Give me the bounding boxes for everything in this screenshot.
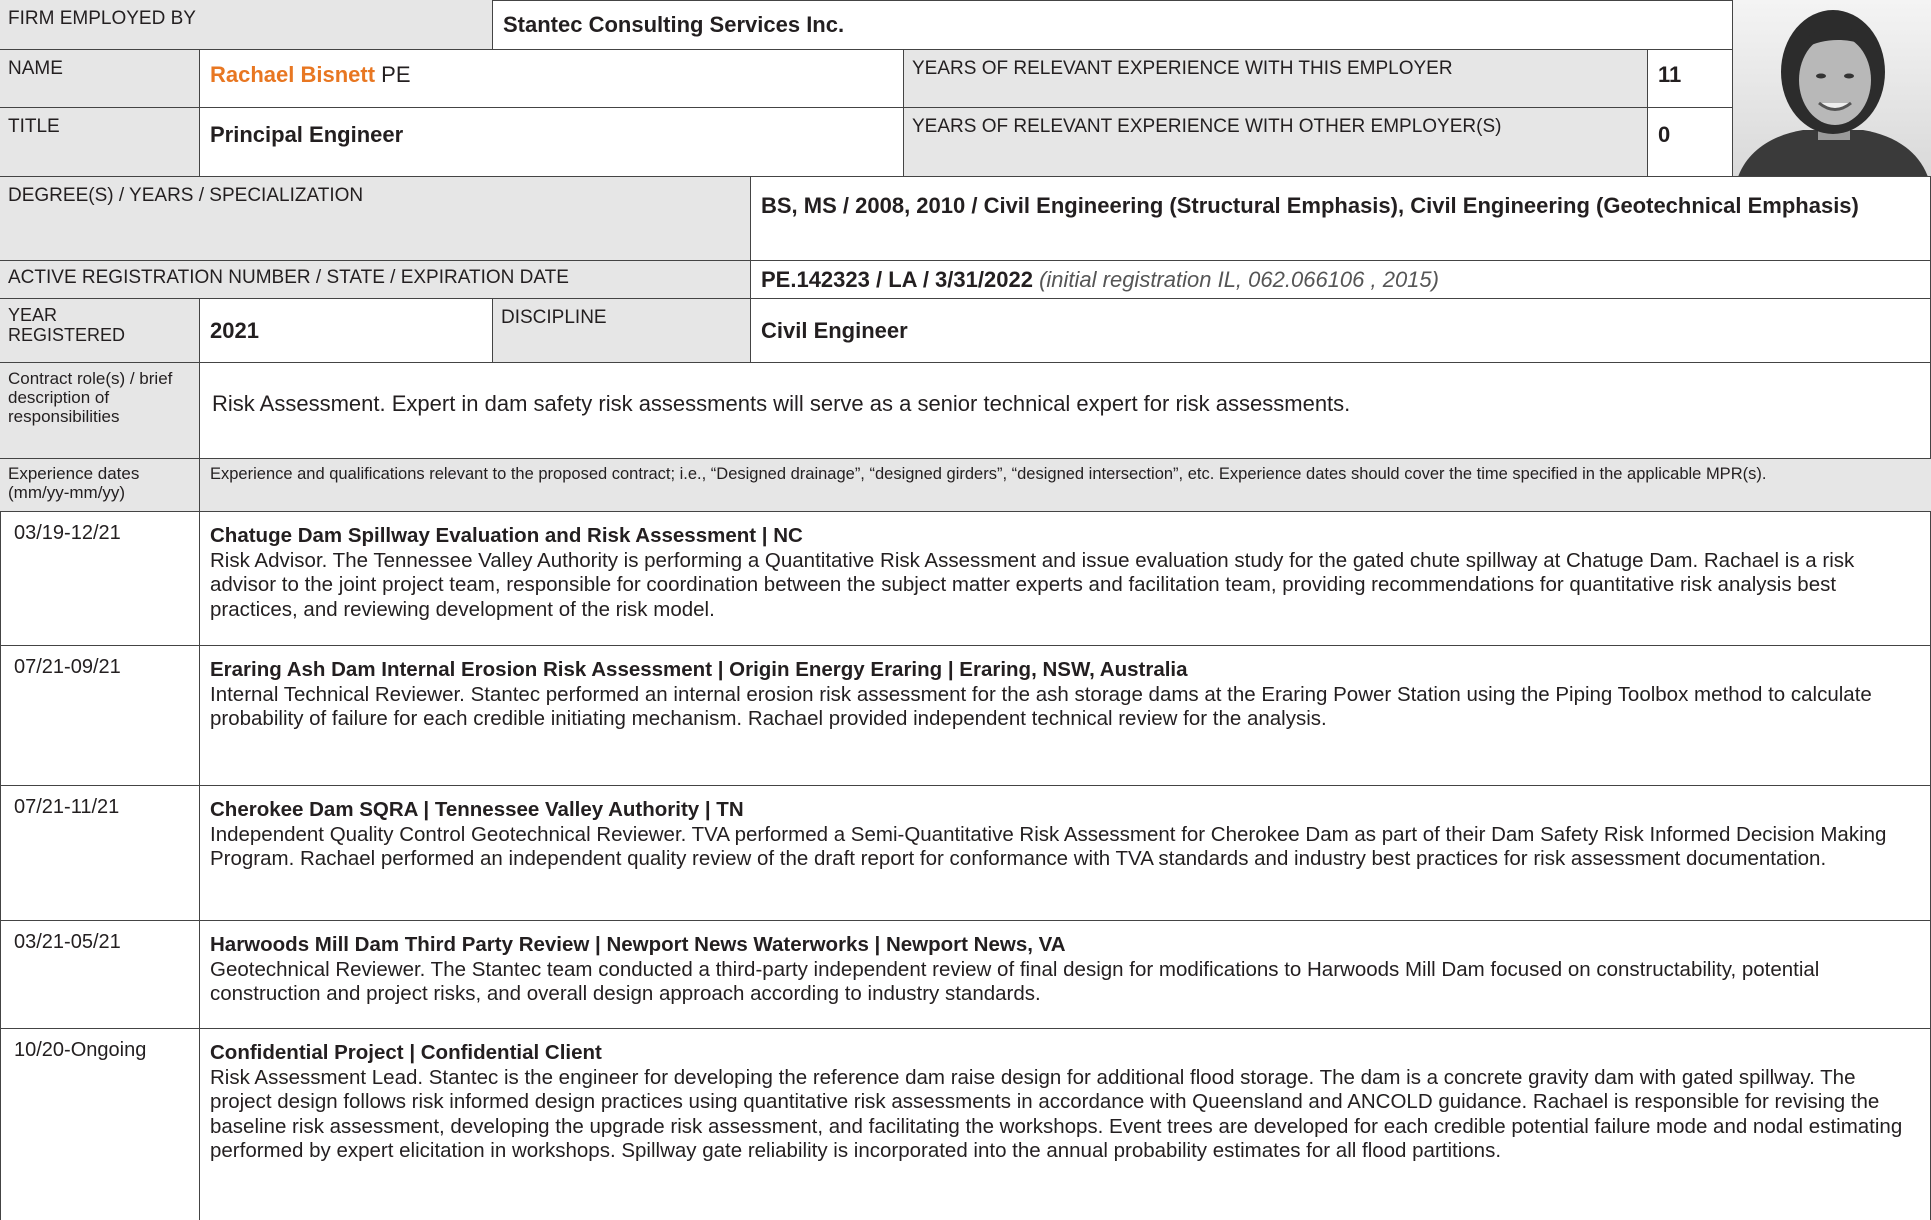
row-experience-header: Experience dates (mm/yy-mm/yy) Experienc… (0, 459, 1931, 512)
contract-role-label: Contract role(s) / brief description of … (8, 369, 173, 427)
years-other-label-cell: YEARS OF RELEVANT EXPERIENCE WITH OTHER … (903, 108, 1647, 176)
headshot-photo (1738, 10, 1928, 176)
experience-detail-cell: Eraring Ash Dam Internal Erosion Risk As… (199, 646, 1931, 785)
experience-dates: 07/21-11/21 (14, 796, 120, 818)
discipline-value: Civil Engineer (761, 317, 908, 343)
experience-title: Confidential Project | Confidential Clie… (210, 1041, 602, 1064)
experience-title: Eraring Ash Dam Internal Erosion Risk As… (210, 658, 1188, 681)
photo-cell (1732, 0, 1931, 177)
experience-title: Cherokee Dam SQRA | Tennessee Valley Aut… (210, 798, 744, 821)
experience-detail: Harwoods Mill Dam Third Party Review | N… (200, 921, 1931, 1007)
years-other-value-cell: 0 (1647, 108, 1732, 176)
registration-value: PE.142323 / LA / 3/31/2022 (761, 266, 1033, 292)
years-this-label: YEARS OF RELEVANT EXPERIENCE WITH THIS E… (912, 58, 1453, 79)
year-registered-label: YEAR REGISTERED (8, 305, 126, 346)
years-other-label: YEARS OF RELEVANT EXPERIENCE WITH OTHER … (912, 116, 1502, 137)
experience-detail-cell: Chatuge Dam Spillway Evaluation and Risk… (199, 512, 1931, 645)
registration-label-cell: ACTIVE REGISTRATION NUMBER / STATE / EXP… (0, 261, 750, 298)
registration-label: ACTIVE REGISTRATION NUMBER / STATE / EXP… (8, 267, 569, 288)
year-registered-value: 2021 (210, 317, 259, 343)
contract-role-value: Risk Assessment. Expert in dam safety ri… (212, 391, 1351, 416)
person-name: Rachael Bisnett PE (200, 50, 903, 88)
experience-row-2: 07/21-09/21 Eraring Ash Dam Internal Ero… (0, 646, 1931, 786)
years-this-label-cell: YEARS OF RELEVANT EXPERIENCE WITH THIS E… (903, 50, 1647, 107)
year-registered-label-cell: YEAR REGISTERED (0, 299, 199, 362)
firm-value: Stantec Consulting Services Inc. (503, 12, 845, 37)
experience-date-cell: 03/21-05/21 (0, 921, 199, 1028)
contract-role-value-cell: Risk Assessment. Expert in dam safety ri… (199, 363, 1931, 458)
experience-description: Internal Technical Reviewer. Stantec per… (210, 682, 1872, 731)
experience-dates-label-cell: Experience dates (mm/yy-mm/yy) (0, 459, 199, 511)
experience-detail: Chatuge Dam Spillway Evaluation and Risk… (200, 512, 1931, 622)
experience-row-3: 07/21-11/21 Cherokee Dam SQRA | Tennesse… (0, 786, 1931, 921)
firm-value-cell: Stantec Consulting Services Inc. (492, 0, 1732, 49)
name-label-cell: NAME (0, 50, 199, 107)
experience-detail-cell: Cherokee Dam SQRA | Tennessee Valley Aut… (199, 786, 1931, 920)
experience-detail: Cherokee Dam SQRA | Tennessee Valley Aut… (200, 786, 1931, 872)
experience-dates: 03/21-05/21 (14, 931, 121, 953)
experience-row-5: 10/20-Ongoing Confidential Project | Con… (0, 1029, 1931, 1220)
row-year-discipline: YEAR REGISTERED 2021 DISCIPLINE Civil En… (0, 299, 1931, 363)
person-name-suffix: PE (375, 62, 411, 87)
experience-dates: 07/21-09/21 (14, 656, 121, 678)
registration-note: (initial registration IL, 062.066106 , 2… (1039, 266, 1439, 292)
experience-title: Chatuge Dam Spillway Evaluation and Risk… (210, 524, 803, 547)
degree-label: DEGREE(S) / YEARS / SPECIALIZATION (8, 185, 364, 206)
experience-date-cell: 07/21-09/21 (0, 646, 199, 785)
experience-date-cell: 03/19-12/21 (0, 512, 199, 645)
name-value-cell: Rachael Bisnett PE (199, 50, 903, 107)
years-other-value: 0 (1658, 122, 1671, 147)
contract-role-label-cell: Contract role(s) / brief description of … (0, 363, 199, 458)
firm-label-cell: FIRM EMPLOYED BY (0, 0, 492, 49)
title-value-cell: Principal Engineer (199, 108, 903, 176)
name-label: NAME (8, 58, 63, 79)
degree-value-cell: BS, MS / 2008, 2010 / Civil Engineering … (750, 177, 1931, 260)
experience-dates: 10/20-Ongoing (14, 1039, 147, 1061)
experience-description: Risk Advisor. The Tennessee Valley Autho… (210, 548, 1855, 621)
discipline-label: DISCIPLINE (501, 307, 607, 328)
row-firm: FIRM EMPLOYED BY Stantec Consulting Serv… (0, 0, 1931, 50)
experience-date-cell: 10/20-Ongoing (0, 1029, 199, 1220)
title-value: Principal Engineer (210, 122, 404, 147)
row-title: TITLE Principal Engineer YEARS OF RELEVA… (0, 108, 1931, 177)
experience-description: Independent Quality Control Geotechnical… (210, 822, 1887, 871)
title-label: TITLE (8, 116, 60, 137)
row-contract-role: Contract role(s) / brief description of … (0, 363, 1931, 459)
degree-value: BS, MS / 2008, 2010 / Civil Engineering … (761, 193, 1859, 218)
registration-value-line: PE.142323 / LA / 3/31/2022 (initial regi… (751, 261, 1931, 298)
experience-header-value-cell: Experience and qualifications relevant t… (199, 459, 1931, 511)
experience-date-cell: 07/21-11/21 (0, 786, 199, 920)
degree-label-cell: DEGREE(S) / YEARS / SPECIALIZATION (0, 177, 750, 260)
row-name: NAME Rachael Bisnett PE YEARS OF RELEVAN… (0, 50, 1931, 108)
experience-row-1: 03/19-12/21 Chatuge Dam Spillway Evaluat… (0, 512, 1931, 646)
title-label-cell: TITLE (0, 108, 199, 176)
year-registered-value-cell: 2021 (199, 299, 492, 362)
experience-row-4: 03/21-05/21 Harwoods Mill Dam Third Part… (0, 921, 1931, 1029)
years-this-value-cell: 11 (1647, 50, 1732, 107)
row-registration: ACTIVE REGISTRATION NUMBER / STATE / EXP… (0, 261, 1931, 299)
experience-detail-cell: Harwoods Mill Dam Third Party Review | N… (199, 921, 1931, 1028)
experience-detail: Confidential Project | Confidential Clie… (200, 1029, 1931, 1164)
registration-value-cell: PE.142323 / LA / 3/31/2022 (initial regi… (750, 261, 1931, 298)
discipline-label-cell: DISCIPLINE (492, 299, 750, 362)
experience-dates-label: Experience dates (mm/yy-mm/yy) (8, 464, 140, 503)
person-name-main: Rachael Bisnett (210, 62, 376, 87)
experience-description: Geotechnical Reviewer. The Stantec team … (210, 957, 1820, 1006)
experience-title: Harwoods Mill Dam Third Party Review | N… (210, 933, 1066, 956)
years-this-value: 11 (1658, 62, 1682, 87)
row-degree: DEGREE(S) / YEARS / SPECIALIZATION BS, M… (0, 177, 1931, 261)
experience-description: Risk Assessment Lead. Stantec is the eng… (210, 1065, 1903, 1163)
discipline-value-cell: Civil Engineer (750, 299, 1931, 362)
experience-dates: 03/19-12/21 (14, 522, 121, 544)
experience-header-value: Experience and qualifications relevant t… (210, 465, 1767, 483)
experience-detail-cell: Confidential Project | Confidential Clie… (199, 1029, 1931, 1220)
firm-label: FIRM EMPLOYED BY (8, 8, 196, 29)
experience-detail: Eraring Ash Dam Internal Erosion Risk As… (200, 646, 1931, 732)
